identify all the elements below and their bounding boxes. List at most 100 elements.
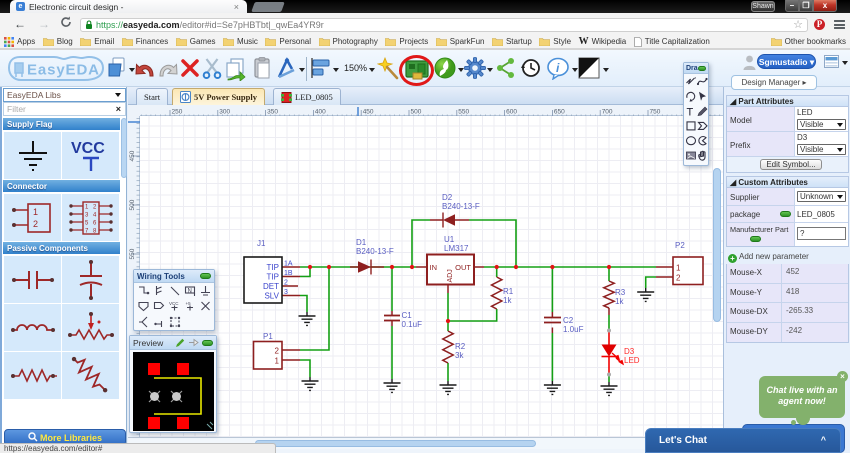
undo-icon[interactable] [134, 57, 156, 80]
wiring-tool-no-connect-icon[interactable] [201, 301, 210, 311]
zoom-level[interactable]: 150% [344, 63, 367, 73]
sidebar-scrollbar-thumb[interactable] [121, 118, 127, 178]
manufacturer-value-input[interactable]: ? [797, 227, 846, 240]
bookmark-item[interactable]: Personal [265, 36, 311, 47]
wiring-tools-minimize-icon[interactable] [200, 273, 211, 279]
theme-icon[interactable] [578, 57, 600, 79]
panel-layout-icon[interactable] [824, 55, 839, 68]
reload-icon[interactable] [58, 16, 74, 32]
chat-bubble-close-icon[interactable]: × [837, 371, 848, 382]
wiring-tool-bus-entry-icon[interactable] [170, 286, 180, 296]
wiring-tool-wire-icon[interactable] [139, 286, 150, 295]
supplier-select[interactable]: Unknown [797, 191, 846, 202]
address-bar[interactable]: https://easyeda.com/editor#id=Se7pHBTbt|… [80, 17, 808, 32]
model-value-input[interactable]: LED [797, 108, 846, 119]
filter-input[interactable]: Filter × [3, 102, 126, 116]
drawing-tools-minimize-icon[interactable] [698, 65, 706, 71]
tab-5v-power-supply[interactable]: 5V Power Supply [172, 88, 265, 105]
bookmark-item[interactable]: Title Capitalization [633, 36, 710, 47]
custom-attributes-header[interactable]: ◢ Custom Attributes [726, 176, 849, 188]
bookmark-item[interactable]: Projects [385, 36, 428, 47]
tab-led-0805[interactable]: LED_0805 [273, 88, 341, 105]
wiring-tool-probe-icon[interactable] [139, 316, 148, 328]
library-item-conn2[interactable]: 12 [4, 194, 61, 241]
window-minimize-button[interactable]: – [785, 0, 799, 12]
drawing-tool-polygon-icon[interactable] [697, 121, 708, 130]
drawing-tool-pie-icon[interactable] [698, 135, 707, 146]
package-export-icon[interactable] [188, 338, 199, 347]
filter-clear-icon[interactable]: × [116, 103, 121, 115]
bookmark-item[interactable]: Photography [318, 36, 378, 47]
library-section-header[interactable]: Supply Flag [3, 117, 120, 131]
forward-icon[interactable]: → [36, 16, 52, 32]
bookmark-item[interactable]: Music [223, 36, 258, 47]
drawing-tool-bezier-icon[interactable] [696, 77, 708, 86]
edit-pencil-icon[interactable] [175, 338, 185, 348]
lets-chat-bar[interactable]: Let's Chat ^ [645, 428, 841, 453]
wizard-wand-icon[interactable] [377, 57, 400, 80]
history-icon[interactable] [520, 57, 542, 79]
new-tab-button[interactable] [251, 2, 285, 12]
drawing-tool-ellipse-icon[interactable] [685, 136, 697, 146]
settings-caret[interactable] [487, 68, 493, 72]
preview-minimize-icon[interactable] [202, 339, 213, 346]
align-icon[interactable] [311, 57, 331, 79]
library-section-header[interactable]: Passive Components [3, 241, 120, 255]
drawing-tool-polyline-icon[interactable] [686, 77, 697, 85]
share-icon[interactable] [496, 57, 516, 79]
window-close-button[interactable]: x [813, 0, 837, 12]
panel-layout-caret[interactable] [842, 61, 848, 65]
paste-icon[interactable] [252, 57, 272, 80]
canvas-vscrollbar-thumb[interactable] [713, 168, 721, 322]
theme-caret[interactable] [603, 68, 609, 72]
align-caret[interactable] [333, 68, 339, 72]
wiring-tool-ground-flag-icon[interactable] [201, 286, 210, 296]
preview-titlebar[interactable]: Preview [130, 336, 216, 350]
bookmark-item[interactable]: Email [80, 36, 114, 47]
back-icon[interactable]: ← [12, 16, 28, 32]
wiring-tools-titlebar[interactable]: Wiring Tools [134, 270, 214, 283]
bookmark-item[interactable]: Games [175, 36, 216, 47]
wiring-tool-vcc-flag-icon[interactable]: VCC [169, 301, 179, 311]
window-maximize-button[interactable]: ❐ [799, 0, 813, 12]
prefix-value-input[interactable]: D3 [797, 133, 846, 144]
wiring-tool-bus-icon[interactable] [155, 286, 162, 295]
drawing-tool-arc-icon[interactable] [686, 91, 696, 102]
library-item-cap-v[interactable] [62, 256, 119, 303]
library-item-vcc[interactable]: VCC [62, 132, 119, 179]
drawing-tool-rect-icon[interactable] [686, 121, 696, 131]
library-item-resistor-diag[interactable] [62, 352, 119, 399]
user-account-button[interactable]: Sgmustadio ▾ [757, 54, 816, 69]
manufacturer-visibility-pill[interactable] [750, 236, 761, 242]
bookmark-item[interactable]: Startup [491, 36, 532, 47]
library-item-gnd[interactable] [4, 132, 61, 179]
wiring-tool-net-label-icon[interactable]: N [184, 286, 196, 296]
zoom-caret[interactable] [369, 68, 375, 72]
apps-shortcut[interactable]: Apps [4, 36, 35, 47]
library-item-inductor[interactable] [4, 304, 61, 351]
wiring-tool-junction-icon[interactable] [154, 321, 163, 327]
drawing-tool-drag-hand-icon[interactable] [698, 150, 706, 161]
library-item-cap-h[interactable] [4, 256, 61, 303]
model-visibility-select[interactable]: Visible [797, 119, 846, 130]
bookmark-star-icon[interactable]: ☆ [793, 18, 803, 31]
package-value-input[interactable]: LED_0805 [795, 206, 848, 222]
bookmark-item[interactable]: SparkFun [435, 36, 484, 47]
tab-start[interactable]: Start [136, 88, 169, 105]
part-attributes-header[interactable]: ◢ Part Attributes [726, 95, 849, 107]
drawing-tools-titlebar[interactable]: Dra... [684, 63, 708, 74]
file-open-icon[interactable] [107, 57, 128, 79]
bookmark-item[interactable]: Blog [42, 36, 73, 47]
bookmark-item[interactable]: Style [539, 36, 571, 47]
wiring-tool-group-select-icon[interactable] [169, 316, 181, 328]
wiring-tool-net-flag-icon[interactable] [138, 301, 149, 312]
canvas-hscrollbar-thumb[interactable] [255, 440, 536, 447]
chrome-profile-button[interactable]: Shawn [751, 1, 775, 12]
lets-chat-chevron-icon[interactable]: ^ [821, 435, 826, 445]
bookmark-item[interactable]: W Wikipedia [579, 36, 627, 47]
drawing-tool-icon[interactable] [276, 57, 298, 80]
drawing-tool-cursor-icon[interactable] [699, 91, 706, 101]
settings-gear-icon[interactable] [464, 57, 486, 79]
info-icon[interactable]: i [546, 57, 570, 80]
package-visibility-pill[interactable] [780, 211, 791, 217]
